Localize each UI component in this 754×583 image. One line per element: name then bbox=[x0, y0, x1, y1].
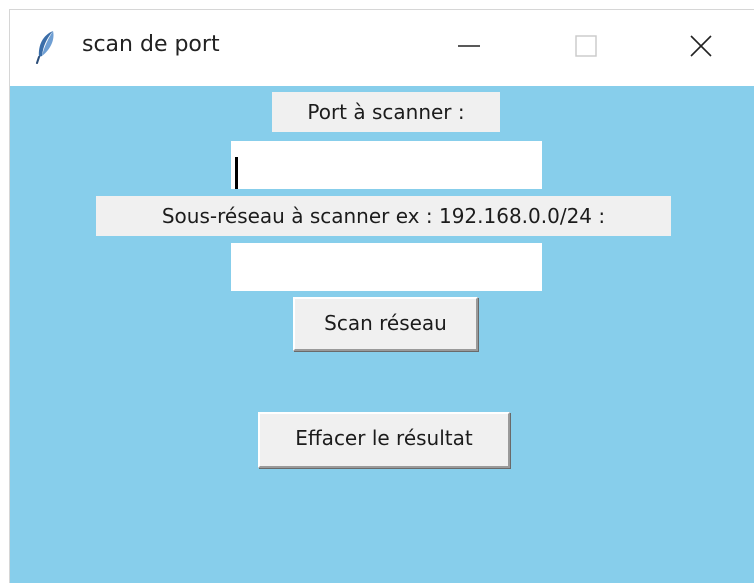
scan-network-button[interactable]: Scan réseau bbox=[293, 297, 478, 351]
clear-result-button[interactable]: Effacer le résultat bbox=[258, 412, 510, 468]
port-label: Port à scanner : bbox=[272, 92, 500, 132]
window-title: scan de port bbox=[82, 32, 220, 57]
subnet-input[interactable] bbox=[231, 243, 542, 291]
app-window: scan de port Port à scanner: Sous-résea… bbox=[9, 9, 754, 583]
text-cursor bbox=[235, 157, 238, 189]
minimize-icon bbox=[458, 35, 480, 61]
feather-icon bbox=[35, 30, 57, 64]
maximize-button[interactable] bbox=[533, 10, 639, 86]
close-icon bbox=[689, 34, 713, 62]
minimize-button[interactable] bbox=[416, 10, 522, 86]
port-input[interactable] bbox=[231, 141, 542, 189]
screenshot: scan de port Port à scanner: Sous-résea… bbox=[0, 0, 754, 583]
title-bar[interactable]: scan de port bbox=[10, 10, 754, 86]
client-area: Port à scanner : Sous-réseau à scanner e… bbox=[10, 86, 754, 583]
maximize-icon bbox=[575, 35, 597, 61]
close-button[interactable] bbox=[648, 10, 754, 86]
subnet-label: Sous-réseau à scanner ex : 192.168.0.0/2… bbox=[96, 196, 671, 236]
